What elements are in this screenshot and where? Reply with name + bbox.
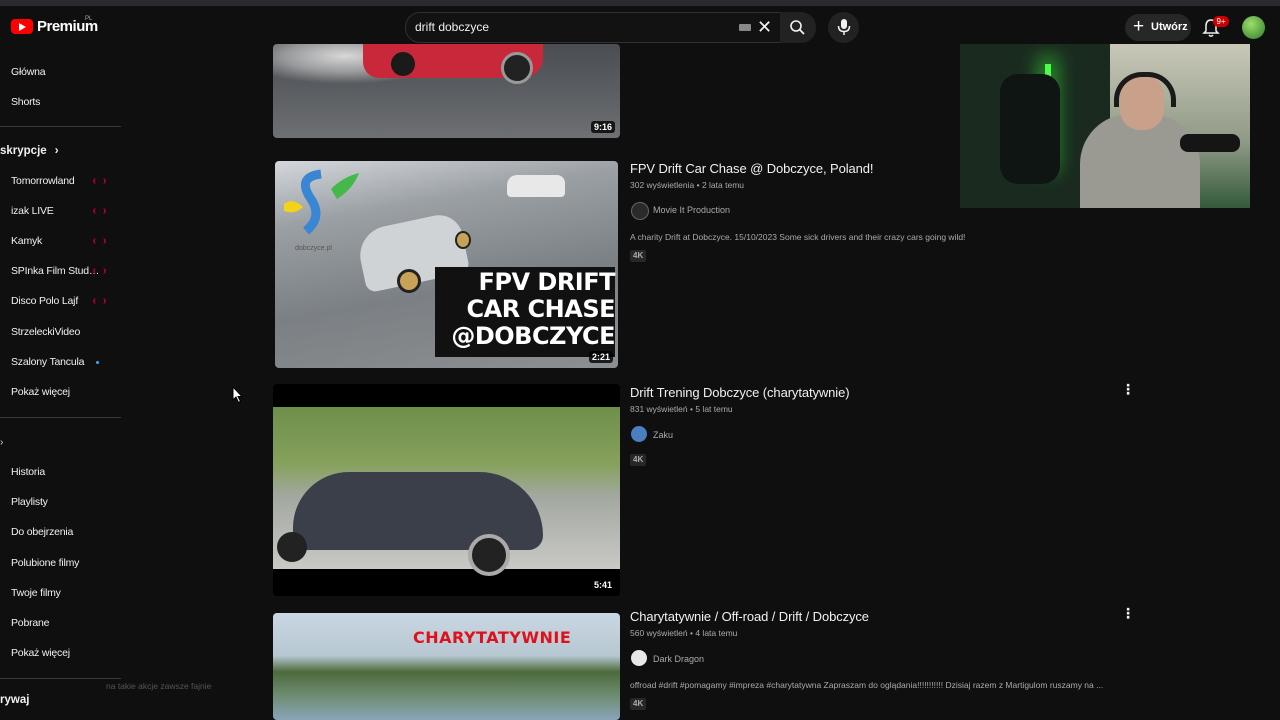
create-label: Utwórz bbox=[1151, 21, 1188, 33]
sidebar: Główna Shorts skrypcje › Tomorrowland iza… bbox=[0, 48, 122, 720]
video-thumbnail[interactable]: dobczyce.pl FPV DRIFT CAR CHASE @DOBCZYC… bbox=[275, 161, 618, 368]
sidebar-item-your-videos[interactable]: Twoje filmy bbox=[11, 587, 61, 599]
stream-chat-overlay: na takie akcje zawsze fajnie bbox=[106, 681, 212, 691]
badge-4k: 4K bbox=[630, 454, 647, 466]
search-button[interactable] bbox=[780, 12, 816, 43]
sidebar-sub-item[interactable]: Disco Polo Lajf bbox=[11, 295, 78, 307]
plus-icon: + bbox=[1133, 16, 1145, 37]
video-duration: 2:21 bbox=[588, 351, 613, 363]
sidebar-item-shorts[interactable]: Shorts bbox=[11, 96, 40, 108]
video-title[interactable]: FPV Drift Car Chase @ Dobczyce, Poland! bbox=[630, 161, 873, 176]
video-meta: 302 wyświetlenia • 2 lata temu bbox=[630, 180, 745, 190]
car-wheel bbox=[455, 231, 471, 249]
video-duration: 9:16 bbox=[590, 121, 615, 133]
channel-avatar[interactable] bbox=[631, 202, 649, 220]
more-options-icon[interactable]: ⋮ bbox=[1121, 381, 1135, 397]
channel-name[interactable]: Dark Dragon bbox=[653, 654, 704, 664]
sidebar-item-home[interactable]: Główna bbox=[11, 66, 46, 78]
sidebar-sub-item[interactable]: Szalony Tancula bbox=[11, 356, 84, 368]
thumbnail-logo-caption: dobczyce.pl bbox=[295, 245, 332, 252]
keyboard-icon[interactable] bbox=[739, 24, 751, 31]
video-meta: 831 wyświetleń • 5 lat temu bbox=[630, 404, 733, 414]
car-wheel bbox=[397, 269, 421, 293]
sidebar-sub-item[interactable]: Tomorrowland bbox=[11, 175, 75, 187]
live-indicator-icon bbox=[93, 268, 106, 274]
microphone-arm bbox=[1180, 134, 1240, 152]
video-description: A charity Drift at Dobczyce. 15/10/2023 … bbox=[630, 232, 966, 242]
subscriptions-heading[interactable]: skrypcje › bbox=[0, 145, 59, 157]
sidebar-item-liked[interactable]: Polubione filmy bbox=[11, 557, 79, 569]
distant-car bbox=[507, 175, 565, 197]
sidebar-show-more[interactable]: Pokaż więcej bbox=[11, 386, 70, 398]
sidebar-sub-item[interactable]: izak LIVE bbox=[11, 205, 54, 217]
webcam-overlay bbox=[960, 44, 1250, 208]
sidebar-item-downloads[interactable]: Pobrane bbox=[11, 617, 50, 629]
thumb-text-line: CAR CHASE bbox=[466, 295, 616, 323]
thumbnail-title-text: FPV DRIFT CAR CHASE @DOBCZYCE bbox=[435, 269, 615, 350]
create-button[interactable]: + Utwórz bbox=[1125, 14, 1191, 41]
more-options-icon[interactable]: ⋮ bbox=[1121, 605, 1135, 621]
chair bbox=[1000, 74, 1060, 184]
channel-avatar[interactable] bbox=[631, 650, 647, 666]
voice-search-button[interactable] bbox=[828, 12, 859, 43]
video-description: offroad #drift #pomagamy #impreza #chary… bbox=[630, 680, 1104, 690]
new-content-dot bbox=[96, 361, 99, 364]
sidebar-divider bbox=[0, 678, 121, 679]
microphone-icon bbox=[837, 19, 851, 35]
clear-search-icon[interactable]: ✕ bbox=[757, 17, 772, 37]
sidebar-show-more[interactable]: Pokaż więcej bbox=[11, 647, 70, 659]
live-indicator-icon bbox=[93, 238, 106, 244]
explore-heading[interactable]: rywaj bbox=[0, 694, 29, 706]
video-duration: 5:41 bbox=[590, 579, 615, 591]
video-title[interactable]: Charytatywnie / Off-road / Drift / Dobcz… bbox=[630, 609, 869, 624]
channel-name[interactable]: Zaku bbox=[653, 430, 673, 440]
car-wheel bbox=[468, 534, 510, 576]
car-wheel bbox=[501, 52, 533, 84]
country-code: PL bbox=[85, 16, 93, 22]
live-indicator-icon bbox=[93, 208, 106, 214]
mouse-cursor-icon bbox=[232, 386, 244, 404]
search-input[interactable]: drift dobczyce bbox=[415, 20, 489, 34]
video-thumbnail[interactable]: 9:16 bbox=[273, 44, 620, 138]
video-thumbnail[interactable]: 5:41 bbox=[273, 384, 620, 596]
channel-name[interactable]: Movie It Production bbox=[653, 205, 730, 215]
live-indicator-icon bbox=[93, 178, 106, 184]
video-meta: 560 wyświetleń • 4 lata temu bbox=[630, 628, 738, 638]
sidebar-divider bbox=[0, 126, 121, 127]
chevron-right-icon: › bbox=[54, 145, 59, 157]
masthead: Premium PL drift dobczyce ✕ + Utwórz 9+ bbox=[0, 6, 1280, 48]
search-box[interactable]: drift dobczyce ✕ bbox=[405, 12, 782, 43]
car-wheel bbox=[391, 52, 415, 76]
video-thumbnail[interactable]: CHARYTATYWNIE bbox=[273, 613, 620, 720]
thumb-text-line: FPV DRIFT bbox=[478, 268, 615, 296]
dobczyce-logo bbox=[284, 169, 359, 235]
badge-4k: 4K bbox=[630, 250, 647, 262]
sidebar-sub-item[interactable]: Kamyk bbox=[11, 235, 42, 247]
thumbnail-title-text: CHARYTATYWNIE bbox=[413, 628, 572, 647]
sidebar-sub-item[interactable]: SPInka Film Stud… bbox=[11, 265, 99, 277]
search-icon bbox=[790, 20, 805, 35]
channel-avatar[interactable] bbox=[631, 426, 647, 442]
video-title[interactable]: Drift Trening Dobczyce (charytatywnie) bbox=[630, 385, 850, 400]
youtube-play-icon bbox=[11, 19, 33, 34]
sidebar-item-watch-later[interactable]: Do obejrzenia bbox=[11, 526, 73, 538]
car-wheel bbox=[277, 532, 307, 562]
sidebar-sub-item[interactable]: StrzeleckiVideo bbox=[11, 326, 80, 338]
live-indicator-icon bbox=[93, 298, 106, 304]
sidebar-item-history[interactable]: Historia bbox=[11, 466, 45, 478]
badge-4k: 4K bbox=[630, 698, 647, 710]
sidebar-item-playlists[interactable]: Playlisty bbox=[11, 496, 48, 508]
sidebar-divider bbox=[0, 417, 121, 418]
thumb-text-line: @DOBCZYCE bbox=[451, 322, 615, 350]
grey-bmw-car bbox=[293, 472, 543, 550]
notification-count-badge: 9+ bbox=[1213, 16, 1229, 27]
account-avatar[interactable] bbox=[1242, 16, 1265, 39]
chevron-right-icon[interactable]: › bbox=[0, 437, 3, 448]
